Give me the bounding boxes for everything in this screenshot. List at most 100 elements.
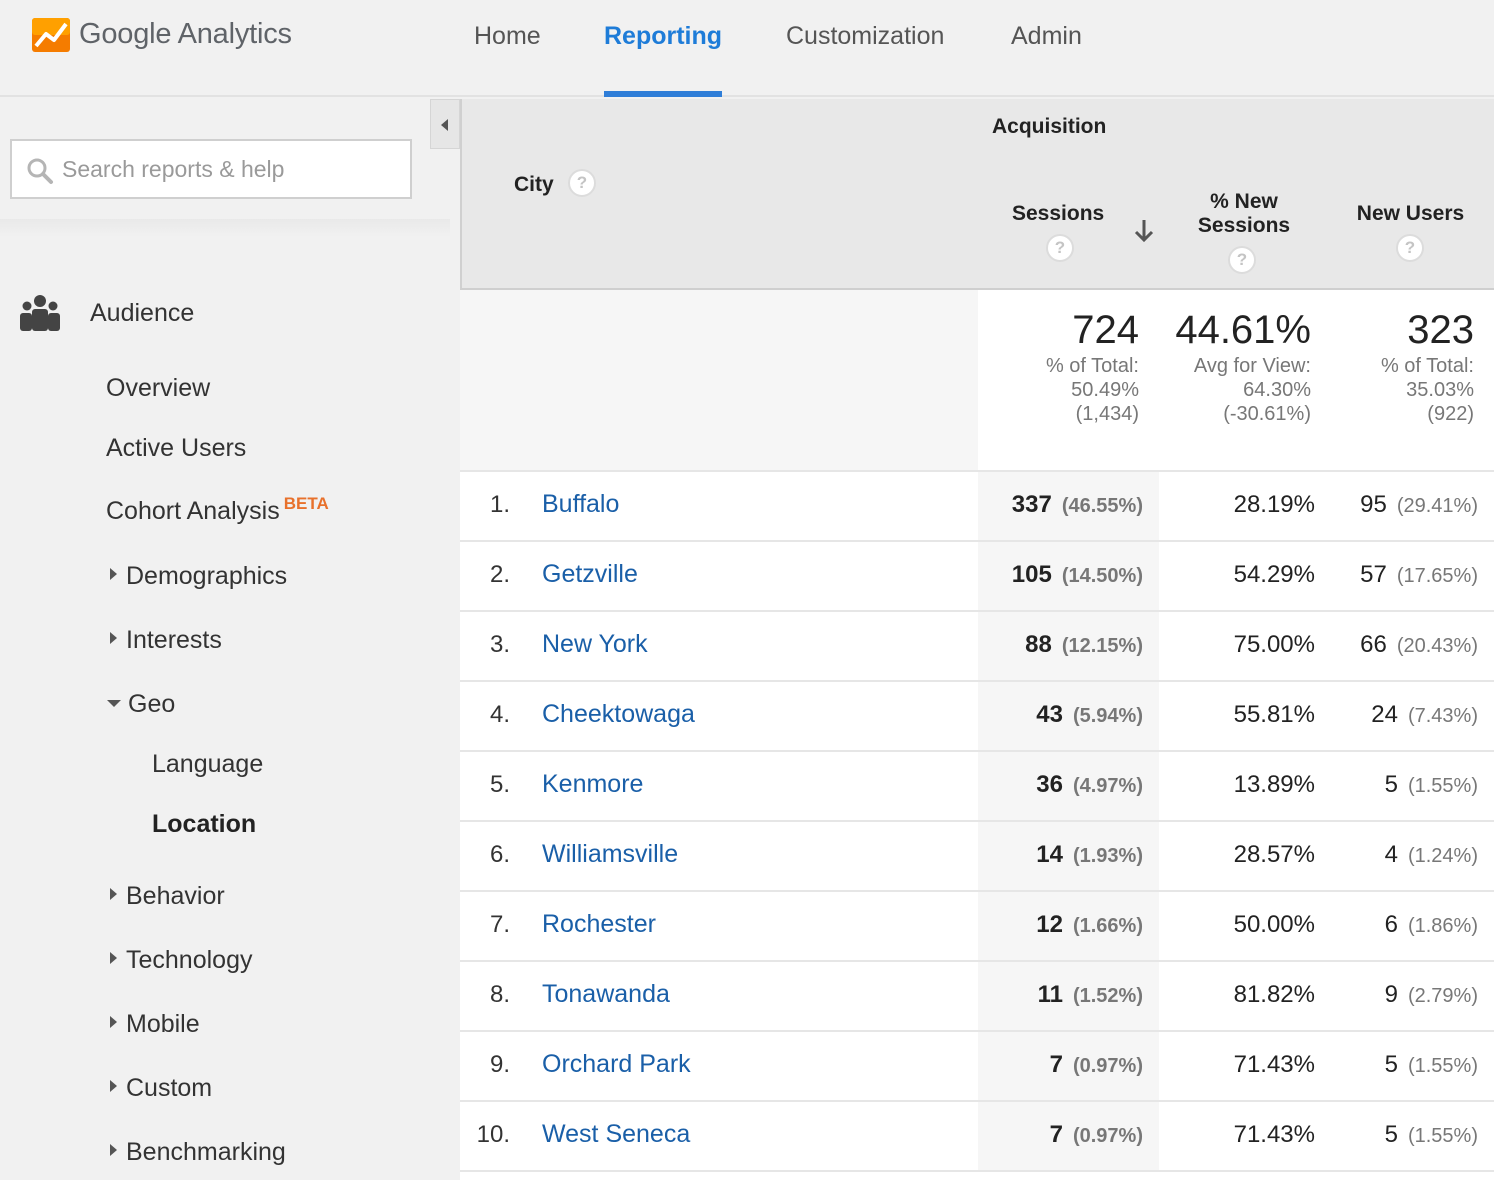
search-input[interactable] xyxy=(62,141,402,197)
sessions-percent: (14.50%) xyxy=(1061,565,1143,587)
total-sessions: 724 xyxy=(1072,308,1139,352)
sidebar-item-location[interactable]: Location xyxy=(152,810,256,839)
help-icon[interactable]: ? xyxy=(1228,246,1256,274)
city-link[interactable]: Orchard Park xyxy=(542,1050,691,1079)
totals-new-sessions-cell: 44.61% Avg for View: 64.30% (-30.61%) xyxy=(1159,290,1333,472)
city-link[interactable]: New York xyxy=(542,630,648,659)
sessions-cell: 12 (1.66%) xyxy=(978,892,1161,962)
sessions-count: 337 xyxy=(1011,491,1052,518)
new-users-cell: 5 (1.55%) xyxy=(1331,1032,1494,1102)
new-users-cell: 9 (2.79%) xyxy=(1331,962,1494,1032)
new-users-count: 5 xyxy=(1384,1051,1398,1078)
city-link[interactable]: Kenmore xyxy=(542,770,643,799)
sidebar-item-geo[interactable]: Geo xyxy=(107,690,175,719)
total-sub-line: (1,434) xyxy=(1075,403,1139,425)
brand-name[interactable]: Google Analytics xyxy=(79,18,292,51)
sidebar-item-language[interactable]: Language xyxy=(152,750,263,779)
new-sessions-value: 71.43% xyxy=(1233,1121,1315,1148)
sidebar-section-audience[interactable]: Audience xyxy=(90,299,194,328)
acquisition-group-header: Acquisition xyxy=(978,99,1494,174)
new-users-cell: 95 (29.41%) xyxy=(1331,472,1494,542)
sidebar-item-technology[interactable]: Technology xyxy=(110,946,252,975)
table-row: 3. New York xyxy=(460,612,980,682)
row-number: 6. xyxy=(489,841,510,868)
sessions-count: 11 xyxy=(1037,981,1063,1008)
city-column-header[interactable]: City ? xyxy=(460,99,980,290)
google-analytics-logo-icon[interactable] xyxy=(32,18,70,52)
sidebar-item-interests[interactable]: Interests xyxy=(110,626,222,655)
sessions-percent: (1.52%) xyxy=(1072,985,1143,1007)
city-link[interactable]: Williamsville xyxy=(542,840,678,869)
new-users-count: 95 xyxy=(1360,491,1387,518)
tab-customization[interactable]: Customization xyxy=(786,22,944,97)
sessions-value: 88 (12.15%) xyxy=(1025,631,1143,659)
tab-admin[interactable]: Admin xyxy=(1011,22,1082,97)
sessions-percent: (0.97%) xyxy=(1072,1055,1143,1077)
new-users-header-label: New Users xyxy=(1356,202,1465,225)
row-number: 4. xyxy=(489,701,510,728)
sessions-column-header[interactable]: Sessions ? xyxy=(978,172,1161,290)
sessions-count: 43 xyxy=(1036,701,1063,728)
new-users-percent: (7.43%) xyxy=(1407,705,1478,727)
sessions-count: 105 xyxy=(1011,561,1052,588)
tab-home[interactable]: Home xyxy=(474,22,541,97)
table-row: 2. Getzville xyxy=(460,542,980,612)
sessions-count: 7 xyxy=(1049,1121,1063,1148)
new-sessions-value: 81.82% xyxy=(1233,981,1315,1008)
new-sessions-cell: 75.00% xyxy=(1159,612,1333,682)
sessions-count: 36 xyxy=(1036,771,1063,798)
sidebar-item-mobile[interactable]: Mobile xyxy=(110,1010,200,1039)
sessions-count: 7 xyxy=(1049,1051,1063,1078)
sessions-count: 12 xyxy=(1036,911,1063,938)
sessions-header-label: Sessions xyxy=(1012,202,1105,225)
city-link[interactable]: Tonawanda xyxy=(542,980,670,1009)
sidebar-item-overview[interactable]: Overview xyxy=(106,374,210,403)
help-icon[interactable]: ? xyxy=(1046,234,1074,262)
table-row: 7. Rochester xyxy=(460,892,980,962)
new-sessions-cell: 55.81% xyxy=(1159,682,1333,752)
city-link[interactable]: Buffalo xyxy=(542,490,619,519)
new-users-value: 66 (20.43%) xyxy=(1360,631,1478,659)
row-number: 9. xyxy=(489,1051,510,1078)
help-icon[interactable]: ? xyxy=(1396,234,1424,262)
sidebar-item-behavior[interactable]: Behavior xyxy=(110,882,225,911)
row-number: 1. xyxy=(489,491,510,518)
total-sub-line: % of Total: xyxy=(1380,355,1474,377)
new-sessions-column-header[interactable]: % New Sessions ? xyxy=(1159,172,1333,290)
total-new-sessions-sub: Avg for View: 64.30% (-30.61%) xyxy=(1194,354,1311,426)
sidebar-item-custom[interactable]: Custom xyxy=(110,1074,212,1103)
people-icon xyxy=(20,295,60,331)
sessions-cell: 7 (0.97%) xyxy=(978,1032,1161,1102)
sidebar-item-active-users[interactable]: Active Users xyxy=(106,434,246,463)
collapse-sidebar-button[interactable] xyxy=(430,99,460,149)
help-icon[interactable]: ? xyxy=(568,169,596,197)
city-link[interactable]: Rochester xyxy=(542,910,656,939)
total-sub-line: 35.03% xyxy=(1406,379,1474,401)
new-users-percent: (20.43%) xyxy=(1396,635,1478,657)
search-box[interactable] xyxy=(10,139,412,199)
new-sessions-value: 13.89% xyxy=(1233,771,1315,798)
sessions-value: 36 (4.97%) xyxy=(1036,771,1143,799)
city-link[interactable]: Cheektowaga xyxy=(542,700,695,729)
sidebar: Audience Overview Active Users Cohort An… xyxy=(0,99,460,1180)
totals-sessions-cell: 724 % of Total: 50.49% (1,434) xyxy=(978,290,1161,472)
sessions-cell: 43 (5.94%) xyxy=(978,682,1161,752)
row-number: 3. xyxy=(489,631,510,658)
sidebar-item-demographics[interactable]: Demographics xyxy=(110,562,287,591)
new-users-count: 6 xyxy=(1384,911,1398,938)
caret-right-icon xyxy=(110,952,117,964)
sessions-percent: (1.93%) xyxy=(1072,845,1143,867)
sidebar-item-label: Behavior xyxy=(126,882,225,910)
sessions-value: 7 (0.97%) xyxy=(1050,1121,1143,1149)
sort-descending-icon[interactable] xyxy=(1132,218,1156,244)
sessions-percent: (12.15%) xyxy=(1061,635,1143,657)
tab-reporting[interactable]: Reporting xyxy=(604,22,723,97)
new-sessions-value: 55.81% xyxy=(1233,701,1315,728)
city-link[interactable]: West Seneca xyxy=(542,1120,690,1149)
sessions-cell: 7 (0.97%) xyxy=(978,1102,1161,1172)
new-users-percent: (1.86%) xyxy=(1407,915,1478,937)
new-users-column-header[interactable]: New Users ? xyxy=(1331,172,1494,290)
city-link[interactable]: Getzville xyxy=(542,560,638,589)
sidebar-item-cohort-analysis[interactable]: Cohort Analysis BETA xyxy=(106,494,329,526)
sidebar-item-benchmarking[interactable]: Benchmarking xyxy=(110,1138,286,1167)
